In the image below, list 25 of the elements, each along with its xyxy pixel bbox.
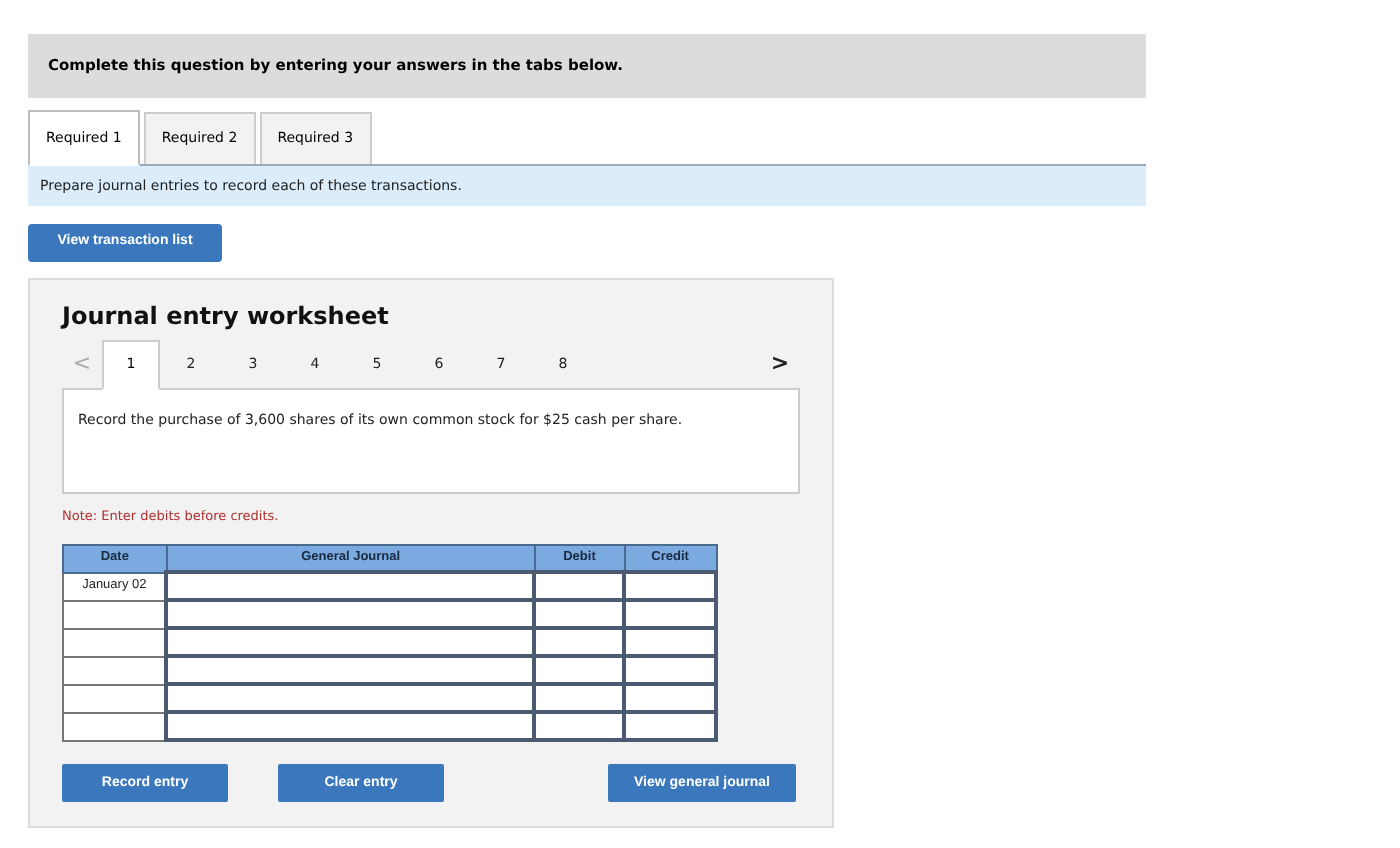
- date-cell: [63, 684, 167, 713]
- input-field[interactable]: [624, 684, 716, 713]
- input-field[interactable]: [534, 656, 625, 685]
- date-cell: [63, 656, 167, 685]
- input-field[interactable]: [166, 628, 535, 657]
- next-button[interactable]: >: [760, 347, 800, 390]
- input-field[interactable]: [534, 572, 625, 601]
- input-field[interactable]: [166, 600, 535, 629]
- date-cell: [63, 628, 167, 657]
- input-field[interactable]: [166, 684, 535, 713]
- input-field[interactable]: [166, 572, 535, 601]
- input-field[interactable]: [166, 656, 535, 685]
- input-field[interactable]: [624, 572, 716, 601]
- input-field[interactable]: [166, 712, 535, 741]
- input-field[interactable]: [624, 628, 716, 657]
- date-cell: [63, 712, 167, 741]
- input-field[interactable]: [534, 628, 625, 657]
- input-field[interactable]: [534, 684, 625, 713]
- input-field[interactable]: [534, 600, 625, 629]
- input-field[interactable]: [624, 600, 716, 629]
- date-cell: [63, 600, 167, 629]
- input-field[interactable]: [624, 712, 716, 741]
- worksheet-title: Journal entry worksheet: [62, 302, 391, 332]
- input-field[interactable]: [534, 712, 625, 741]
- input-field[interactable]: [624, 656, 716, 685]
